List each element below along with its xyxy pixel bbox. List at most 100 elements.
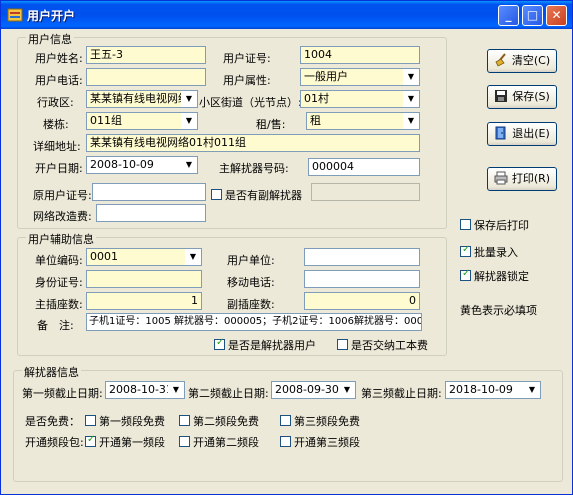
- paid-install-checkbox[interactable]: 是否交纳工本费: [337, 337, 428, 352]
- orig-cert-input[interactable]: [92, 183, 206, 201]
- free1-label: 第一频段免费: [99, 415, 165, 428]
- band3-end-label: 第三频截止日期:: [361, 387, 442, 400]
- band2-end-picker[interactable]: 2008-09-30 ▼: [271, 381, 356, 399]
- open2-label: 开通第二频段: [193, 436, 259, 449]
- building-label: 楼栋:: [43, 118, 69, 131]
- free1-box[interactable]: [85, 414, 96, 426]
- exit-button[interactable]: 退出(E): [487, 122, 557, 146]
- print-after-save-box[interactable]: [460, 218, 471, 230]
- open2-box[interactable]: [179, 435, 190, 447]
- lock-descrambler-checkbox[interactable]: 解扰器锁定: [460, 268, 529, 283]
- close-button[interactable]: ✕: [546, 5, 567, 26]
- app-icon: [7, 8, 23, 22]
- chevron-down-icon[interactable]: ▼: [403, 91, 419, 107]
- chevron-down-icon[interactable]: ▼: [181, 113, 197, 129]
- has-sub-descrambler-checkbox[interactable]: 是否有副解扰器: [211, 187, 302, 202]
- batch-entry-box[interactable]: [460, 244, 471, 257]
- open-date-value: 2008-10-09: [90, 158, 154, 171]
- id-input[interactable]: [86, 270, 202, 288]
- open-date-label: 开户日期:: [35, 162, 83, 175]
- save-button[interactable]: 保存(S): [487, 85, 557, 109]
- save-button-label: 保存(S): [512, 90, 550, 103]
- chevron-down-icon[interactable]: ▼: [181, 157, 197, 173]
- free3-checkbox[interactable]: 第三频段免费: [280, 413, 360, 428]
- address-input[interactable]: 某某镇有线电视网络01村011组: [86, 134, 420, 152]
- chevron-down-icon[interactable]: ▼: [185, 249, 201, 265]
- free2-checkbox[interactable]: 第二频段免费: [179, 413, 259, 428]
- rent-select[interactable]: 租 ▼: [306, 112, 420, 130]
- main-sockets-input[interactable]: 1: [86, 292, 202, 310]
- free2-box[interactable]: [179, 414, 190, 426]
- remark-label: 备 注:: [37, 319, 74, 332]
- chevron-down-icon[interactable]: ▼: [168, 382, 184, 398]
- open3-box[interactable]: [280, 435, 291, 447]
- open1-checkbox[interactable]: 开通第一频段: [85, 434, 165, 449]
- clear-button[interactable]: 清空(C): [487, 49, 557, 73]
- chevron-down-icon[interactable]: ▼: [181, 91, 197, 107]
- sub-sockets-input[interactable]: 0: [304, 292, 420, 310]
- open2-checkbox[interactable]: 开通第二频段: [179, 434, 259, 449]
- user-open-account-window: 用户开户 _ □ ✕ 用户信息 用户姓名: 王五-3 用户证号: 1004 用户…: [0, 0, 573, 495]
- required-note: 黄色表示必填项: [460, 304, 537, 317]
- rent-value: 租: [310, 114, 321, 127]
- mobile-label: 移动电话:: [227, 276, 275, 289]
- lock-descrambler-box[interactable]: [460, 268, 471, 281]
- open3-checkbox[interactable]: 开通第三频段: [280, 434, 360, 449]
- maximize-button[interactable]: □: [522, 5, 543, 26]
- chevron-down-icon[interactable]: ▼: [403, 113, 419, 129]
- building-select[interactable]: 011组 ▼: [86, 112, 198, 130]
- band1-end-picker[interactable]: 2008-10-31 ▼: [105, 381, 185, 399]
- print-after-save-label: 保存后打印: [474, 219, 529, 232]
- has-sub-descrambler-label: 是否有副解扰器: [225, 189, 302, 202]
- user-cert-input[interactable]: 1004: [300, 46, 420, 64]
- is-descrambler-user-box[interactable]: [214, 337, 225, 350]
- user-unit-label: 用户单位:: [227, 254, 275, 267]
- user-phone-label: 用户电话:: [35, 74, 83, 87]
- user-unit-input[interactable]: [304, 248, 420, 266]
- user-phone-input[interactable]: [86, 68, 206, 86]
- print-button-label: 打印(R): [511, 172, 551, 185]
- is-descrambler-user-checkbox[interactable]: 是否是解扰器用户: [214, 337, 316, 352]
- minimize-button[interactable]: _: [498, 5, 519, 26]
- user-attr-select[interactable]: 一般用户 ▼: [300, 68, 420, 86]
- street-select[interactable]: 01村 ▼: [300, 90, 420, 108]
- has-sub-descrambler-box[interactable]: [211, 188, 222, 200]
- user-info-legend: 用户信息: [26, 31, 74, 47]
- band3-end-picker[interactable]: 2018-10-09 ▼: [445, 381, 541, 399]
- mobile-input[interactable]: [304, 270, 420, 288]
- unit-code-label: 单位编码:: [35, 254, 83, 267]
- user-name-input[interactable]: 王五-3: [86, 46, 206, 64]
- open1-box[interactable]: [85, 434, 96, 447]
- chevron-down-icon[interactable]: ▼: [339, 382, 355, 398]
- user-attr-value: 一般用户: [304, 70, 348, 83]
- user-attr-label: 用户属性:: [223, 74, 271, 87]
- main-descrambler-input[interactable]: 000004: [308, 158, 420, 176]
- print-button[interactable]: 打印(R): [487, 167, 557, 191]
- broom-icon: [495, 53, 506, 67]
- print-after-save-checkbox[interactable]: 保存后打印: [460, 217, 529, 232]
- net-fee-input[interactable]: [96, 204, 206, 222]
- band2-end-label: 第二频截止日期:: [188, 387, 269, 400]
- open-date-picker[interactable]: 2008-10-09 ▼: [86, 156, 198, 174]
- title-bar[interactable]: 用户开户 _ □ ✕: [1, 1, 572, 29]
- district-select[interactable]: 某某镇有线电视网络 ▼: [86, 90, 198, 108]
- chevron-down-icon[interactable]: ▼: [524, 382, 540, 398]
- free1-checkbox[interactable]: 第一频段免费: [85, 413, 165, 428]
- unit-code-select[interactable]: 0001 ▼: [86, 248, 202, 266]
- user-name-label: 用户姓名:: [35, 52, 83, 65]
- free3-label: 第三频段免费: [294, 415, 360, 428]
- sub-sockets-label: 副插座数:: [227, 298, 275, 311]
- batch-entry-checkbox[interactable]: 批量录入: [460, 244, 518, 259]
- user-cert-label: 用户证号:: [223, 52, 271, 65]
- main-descrambler-label: 主解扰器号码:: [219, 162, 289, 175]
- district-label: 行政区:: [37, 96, 74, 109]
- free3-box[interactable]: [280, 414, 291, 426]
- free-label: 是否免费：: [25, 415, 80, 428]
- paid-install-box[interactable]: [337, 338, 348, 350]
- open3-label: 开通第三频段: [294, 436, 360, 449]
- chevron-down-icon[interactable]: ▼: [403, 69, 419, 85]
- remark-input[interactable]: 子机1证号：1005 解扰器号：000005；子机2证号：1006解扰器号：00…: [86, 313, 422, 331]
- sub-descrambler-input: [311, 183, 420, 201]
- band1-end-label: 第一频截止日期:: [22, 387, 103, 400]
- id-label: 身份证号:: [35, 276, 83, 289]
